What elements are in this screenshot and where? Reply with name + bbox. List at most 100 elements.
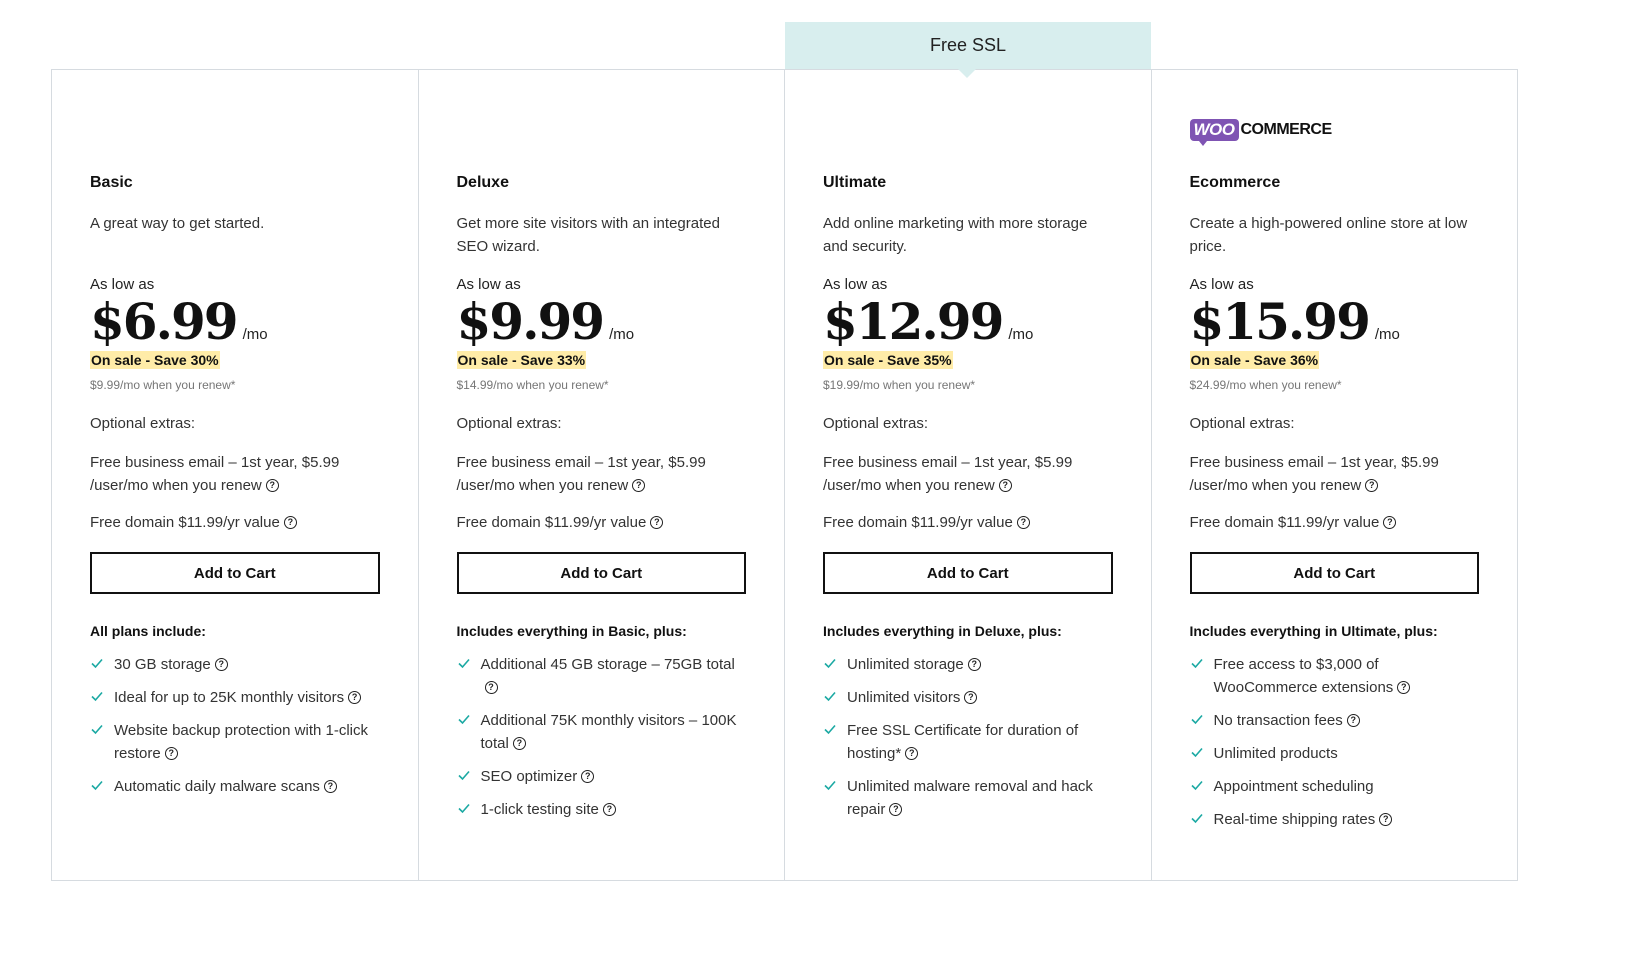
help-icon[interactable]: ? bbox=[602, 802, 616, 816]
free-email-extra: Free business email – 1st year, $5.99/us… bbox=[457, 451, 706, 497]
help-icon[interactable]: ? bbox=[1365, 478, 1379, 492]
check-icon bbox=[457, 770, 470, 781]
email-line-2: /user/mo when you renew bbox=[456, 477, 629, 494]
check-icon bbox=[91, 691, 103, 702]
as-low-as-label: As low as bbox=[456, 276, 521, 293]
feature-item: Website backup protection with 1-click r… bbox=[90, 719, 380, 765]
check-icon bbox=[824, 724, 836, 735]
optional-extras-label: Optional extras: bbox=[456, 415, 562, 432]
features-heading: Includes everything in Basic, plus: bbox=[456, 623, 687, 639]
feature-text: Real-time shipping rates bbox=[1213, 811, 1376, 828]
check-icon bbox=[91, 658, 103, 669]
help-icon[interactable]: ? bbox=[1383, 515, 1397, 529]
features-heading: All plans include: bbox=[90, 623, 206, 639]
renewal-price: $19.99/mo when you renew* bbox=[823, 378, 976, 392]
feature-text: Unlimited visitors bbox=[847, 689, 961, 706]
add-to-cart-button[interactable]: Add to Cart bbox=[823, 552, 1113, 594]
help-icon[interactable]: ? bbox=[1346, 713, 1360, 727]
email-line-2: /user/mo when you renew bbox=[90, 477, 262, 494]
email-line-1: Free business email – 1st year, $5.99 bbox=[823, 454, 1073, 471]
free-domain-extra: Free domain $11.99/yr value? bbox=[90, 514, 297, 531]
check-icon bbox=[824, 691, 836, 702]
plan-description: Add online marketing with more storage a… bbox=[823, 215, 1088, 255]
help-icon[interactable]: ? bbox=[964, 690, 978, 704]
as-low-as-label: As low as bbox=[823, 276, 888, 293]
help-icon[interactable]: ? bbox=[905, 746, 919, 760]
feature-list: Additional 45 GB storage – 75GB total? Ad… bbox=[457, 653, 747, 831]
add-to-cart-button[interactable]: Add to Cart bbox=[90, 552, 380, 594]
feature-text: Automatic daily malware scans bbox=[114, 778, 320, 795]
features-heading: Includes everything in Ultimate, plus: bbox=[1189, 623, 1438, 639]
help-icon[interactable]: ? bbox=[283, 515, 297, 529]
feature-text: No transaction fees bbox=[1213, 712, 1343, 729]
help-icon[interactable]: ? bbox=[512, 736, 526, 750]
per-month-label: /mo bbox=[609, 326, 635, 343]
plan-price: $12.99 bbox=[823, 292, 1004, 351]
help-icon[interactable]: ? bbox=[1016, 515, 1030, 529]
domain-text: Free domain $11.99/yr value bbox=[1189, 514, 1380, 531]
feature-item: Free SSL Certificate for duration of hos… bbox=[823, 719, 1113, 765]
feature-list: 30 GB storage? Ideal for up to 25K monthl… bbox=[90, 653, 380, 808]
feature-text: Free SSL Certificate for duration of hos… bbox=[847, 722, 1079, 762]
feature-list: Unlimited storage? Unlimited visitors? Fre… bbox=[823, 653, 1113, 831]
feature-text: Additional 45 GB storage – 75GB total bbox=[480, 656, 735, 673]
plan-card-ultimate: Ultimate Add online marketing with more s… bbox=[785, 70, 1152, 880]
plan-description: A great way to get started. bbox=[90, 215, 265, 232]
price-row: $9.99/mo bbox=[457, 292, 635, 352]
help-icon[interactable]: ? bbox=[164, 746, 178, 760]
free-email-extra: Free business email – 1st year, $5.99/us… bbox=[1190, 451, 1439, 497]
help-icon[interactable]: ? bbox=[348, 690, 362, 704]
add-to-cart-button[interactable]: Add to Cart bbox=[1189, 552, 1479, 594]
email-line-1: Free business email – 1st year, $5.99 bbox=[456, 454, 706, 471]
help-icon[interactable]: ? bbox=[1397, 680, 1411, 694]
help-icon[interactable]: ? bbox=[1379, 812, 1393, 826]
help-icon[interactable]: ? bbox=[581, 769, 595, 783]
help-icon[interactable]: ? bbox=[998, 478, 1012, 492]
help-icon[interactable]: ? bbox=[214, 657, 228, 671]
plan-price: $9.99 bbox=[456, 292, 606, 351]
free-domain-extra: Free domain $11.99/yr value? bbox=[457, 514, 664, 531]
feature-item: 1-click testing site? bbox=[457, 798, 747, 821]
price-row: $12.99/mo bbox=[823, 292, 1033, 352]
help-icon[interactable]: ? bbox=[967, 657, 981, 671]
plan-name: Ultimate bbox=[823, 174, 887, 191]
help-icon[interactable]: ? bbox=[265, 478, 279, 492]
help-icon[interactable]: ? bbox=[889, 802, 903, 816]
feature-item: Unlimited malware removal and hack repai… bbox=[823, 775, 1113, 821]
check-icon bbox=[457, 658, 470, 669]
renewal-price: $14.99/mo when you renew* bbox=[456, 378, 609, 392]
feature-item: No transaction fees? bbox=[1190, 709, 1480, 732]
help-icon[interactable]: ? bbox=[323, 779, 337, 793]
feature-text: Unlimited products bbox=[1213, 745, 1338, 762]
email-line-1: Free business email – 1st year, $5.99 bbox=[1189, 454, 1439, 471]
feature-item: Unlimited storage? bbox=[823, 653, 1113, 676]
price-row: $15.99/mo bbox=[1190, 292, 1400, 352]
plan-name: Deluxe bbox=[456, 174, 509, 191]
optional-extras-label: Optional extras: bbox=[823, 415, 929, 432]
renewal-price: $24.99/mo when you renew* bbox=[1189, 378, 1342, 392]
per-month-label: /mo bbox=[1374, 326, 1400, 343]
check-icon bbox=[1190, 813, 1203, 824]
add-to-cart-button[interactable]: Add to Cart bbox=[456, 552, 746, 594]
feature-text: Unlimited malware removal and hack repai… bbox=[847, 778, 1093, 818]
plan-price: $15.99 bbox=[1189, 292, 1371, 351]
commerce-logo-text: COMMERCE bbox=[1240, 121, 1333, 138]
plan-card-deluxe: Deluxe Get more site visitors with an int… bbox=[419, 70, 785, 880]
feature-item: Unlimited products bbox=[1190, 742, 1480, 765]
help-icon[interactable]: ? bbox=[484, 680, 498, 694]
per-month-label: /mo bbox=[1008, 326, 1034, 343]
free-domain-extra: Free domain $11.99/yr value? bbox=[823, 514, 1030, 531]
optional-extras-label: Optional extras: bbox=[1189, 415, 1295, 432]
domain-text: Free domain $11.99/yr value bbox=[823, 514, 1013, 531]
as-low-as-label: As low as bbox=[90, 276, 155, 293]
check-icon bbox=[457, 714, 470, 725]
feature-text: 30 GB storage bbox=[114, 656, 211, 673]
optional-extras-label: Optional extras: bbox=[90, 415, 196, 432]
check-icon bbox=[1190, 714, 1203, 725]
help-icon[interactable]: ? bbox=[650, 515, 664, 529]
free-email-extra: Free business email – 1st year, $5.99/us… bbox=[90, 451, 339, 497]
email-line-1: Free business email – 1st year, $5.99 bbox=[90, 454, 340, 471]
pricing-grid: Basic A great way to get started. As low a… bbox=[51, 69, 1518, 881]
help-icon[interactable]: ? bbox=[632, 478, 646, 492]
feature-item: Free access to $3,000 of WooCommerce ext… bbox=[1190, 653, 1480, 699]
